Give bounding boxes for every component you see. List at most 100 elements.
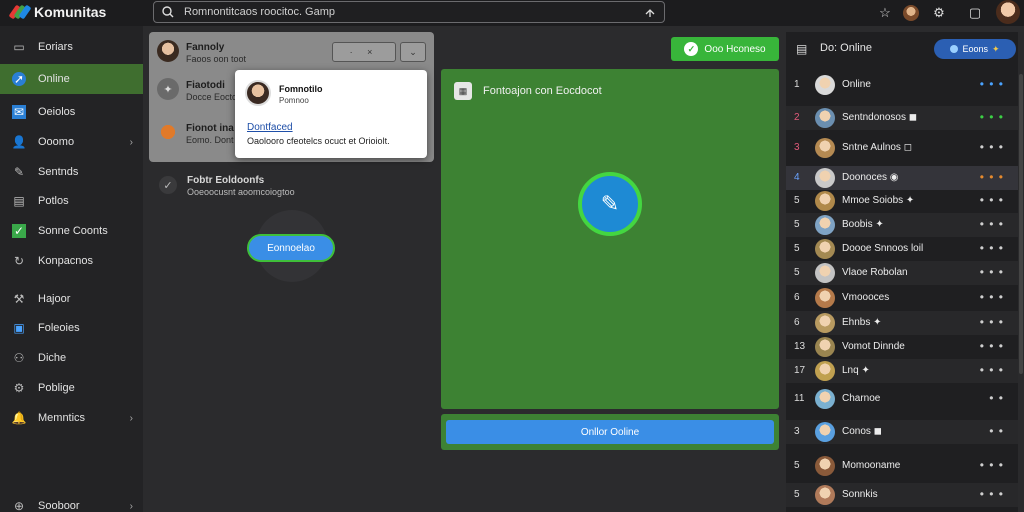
more-options-icon[interactable]: • • • xyxy=(980,241,1004,255)
user-row[interactable]: 17 Lnq ✦ • • • xyxy=(786,359,1018,383)
edit-button[interactable]: ✎ xyxy=(578,172,642,236)
user-row[interactable]: 3 Conos ◼ • • xyxy=(786,420,1018,444)
more-options-icon[interactable]: • • • xyxy=(980,487,1004,501)
user-row[interactable]: 4 Doonoces ◉ • • • xyxy=(786,166,1018,190)
sidebar-item-oeiolos[interactable]: ✉ Oeiolos xyxy=(0,97,143,127)
notification-subtitle: Faoos oon toot xyxy=(186,54,247,64)
check-item-title: Fobtr Eoldoonfs xyxy=(187,175,265,186)
chat-icon[interactable]: ▢ xyxy=(966,4,984,22)
user-rank: 5 xyxy=(794,460,800,471)
user-row[interactable]: 5 Boobis ✦ • • • xyxy=(786,213,1018,237)
search-input[interactable] xyxy=(184,6,634,18)
gear-icon: ⚙ xyxy=(13,381,25,395)
notification-subtitle: Eomo. Dont xyxy=(186,135,234,145)
user-row[interactable]: 11 Charnoe • • xyxy=(786,387,1018,411)
notification-subtitle: Docce Eoctc xyxy=(186,92,237,102)
scrollbar[interactable] xyxy=(1018,32,1024,512)
mail-icon: ✉ xyxy=(12,105,26,119)
sidebar-item-sentnds[interactable]: ✎ Sentnds xyxy=(0,157,143,187)
sidebar-item-online[interactable]: ➚ Online xyxy=(0,64,143,94)
sidebar-item-hajoor[interactable]: ⚒ Hajoor xyxy=(0,284,143,314)
avatar xyxy=(815,389,835,409)
search-bar[interactable] xyxy=(153,1,665,23)
user-row[interactable]: 6 Vmoooces • • • xyxy=(786,286,1018,310)
sidebar-item-label: Ooomo xyxy=(38,136,75,148)
avatar xyxy=(157,40,179,62)
more-options-icon[interactable]: • • • xyxy=(980,339,1004,353)
user-name: Doooe Snnoos loil xyxy=(842,243,924,254)
bottom-button[interactable]: Onllor Ooline xyxy=(446,420,774,444)
online-users-panel: ▤ Do: Online Eoons ✦ 1 Online • • • 2 Sentnd… xyxy=(786,32,1018,512)
more-options-icon[interactable]: • • • xyxy=(980,193,1004,207)
chevron-down-icon[interactable]: ⌄ xyxy=(400,42,426,62)
more-options-icon[interactable]: • • • xyxy=(980,458,1004,472)
pin-icon: ✦ xyxy=(157,78,179,100)
user-rank: 11 xyxy=(794,393,805,404)
sidebar-item-sooboor[interactable]: ⊕ Sooboor › xyxy=(0,491,143,512)
sidebar-item-memntics[interactable]: 🔔 Memntics › xyxy=(0,403,143,433)
pill-button[interactable]: Eonnoelao xyxy=(247,234,335,262)
scrollbar-thumb[interactable] xyxy=(1019,74,1023,374)
user-rank: 3 xyxy=(794,426,800,437)
check-icon[interactable]: ✓ xyxy=(159,176,177,194)
sidebar-item-label: Sooboor xyxy=(38,500,80,512)
sidebar-item-label: Sentnds xyxy=(38,166,79,178)
user-name: Sntne Aulnos ◻ xyxy=(842,142,913,153)
user-row[interactable]: 5 Mmoe Soiobs ✦ • • • xyxy=(786,189,1018,213)
user-row[interactable]: 5 Vlaoe Robolan • • • xyxy=(786,261,1018,285)
user-row[interactable]: 3 Sntne Aulnos ◻ • • • xyxy=(786,136,1018,160)
avatar xyxy=(815,337,835,357)
user-row[interactable]: 5 Sonnkis • • • xyxy=(786,483,1018,507)
user-row[interactable]: 1 Online • • • xyxy=(786,73,1018,97)
sidebar-item-foleoies[interactable]: ▣ Foleoies xyxy=(0,313,143,343)
user-row[interactable]: 6 Ehnbs ✦ • • • xyxy=(786,311,1018,335)
user-rank: 4 xyxy=(794,172,800,183)
avatar xyxy=(815,456,835,476)
star-icon[interactable]: ☆ xyxy=(876,4,894,22)
clear-icon[interactable] xyxy=(644,6,656,18)
sidebar-item-eoriars[interactable]: ▭ Eoriars xyxy=(0,32,143,62)
profile-avatar[interactable] xyxy=(996,0,1020,24)
user-row[interactable]: 2 Sentndonosos ◼ • • • xyxy=(786,106,1018,130)
more-options-icon[interactable]: • • xyxy=(989,424,1004,438)
sidebar-item-konpacnos[interactable]: ↻ Konpacnos xyxy=(0,246,143,276)
user-rank: 5 xyxy=(794,489,800,500)
app-logo[interactable]: Komunitas xyxy=(8,3,106,21)
more-options-icon[interactable]: • • • xyxy=(980,140,1004,154)
settings-icon[interactable]: ⚙ xyxy=(930,4,948,22)
sidebar-item-poblige[interactable]: ⚙ Poblige xyxy=(0,373,143,403)
sidebar-item-potlos[interactable]: ▤ Potlos xyxy=(0,186,143,216)
user-name: Charnoe xyxy=(842,393,881,404)
avatar xyxy=(815,138,835,158)
more-options-icon[interactable]: • • • xyxy=(980,290,1004,304)
sidebar: ▭ Eoriars ➚ Online ✉ Oeiolos 👤 Ooomo › ✎… xyxy=(0,26,143,512)
more-options-icon[interactable]: • • • xyxy=(980,363,1004,377)
check-item[interactable]: ✓ Fobtr Eoldoonfs Ooeoocusnt aoomcoiogto… xyxy=(155,172,435,200)
sidebar-item-diche[interactable]: ⚇ Diche xyxy=(0,343,143,373)
profile-popup[interactable]: Fomnotilo Pomnoo Dontfaced Oaolooro cfeo… xyxy=(235,70,427,158)
more-options-icon[interactable]: • • • xyxy=(980,170,1004,184)
more-options-icon[interactable]: • • xyxy=(989,391,1004,405)
user-row[interactable]: 13 Vomot Dinnde • • • xyxy=(786,335,1018,359)
user-name: Ehnbs ✦ xyxy=(842,317,882,328)
more-options-icon[interactable]: • • • xyxy=(980,77,1004,91)
user-avatar-icon[interactable] xyxy=(902,4,920,22)
user-row[interactable]: 5 Momooname • • • xyxy=(786,454,1018,478)
notification-action-button[interactable]: · × xyxy=(332,42,396,62)
popup-link[interactable]: Dontfaced xyxy=(247,122,293,133)
more-options-icon[interactable]: • • • xyxy=(980,315,1004,329)
user-rank: 1 xyxy=(794,79,800,90)
sidebar-item-sonne-coonts[interactable]: ✓ Sonne Coonts xyxy=(0,216,143,246)
chevron-right-icon: › xyxy=(129,412,133,424)
display-icon: ▭ xyxy=(13,40,25,54)
more-options-icon[interactable]: • • • xyxy=(980,217,1004,231)
more-options-icon[interactable]: • • • xyxy=(980,265,1004,279)
user-row[interactable]: 5 Doooe Snnoos loil • • • xyxy=(786,237,1018,261)
avatar xyxy=(815,215,835,235)
avatar xyxy=(815,168,835,188)
panel-badge-button[interactable]: Eoons ✦ xyxy=(934,39,1016,59)
user-name: Lnq ✦ xyxy=(842,365,870,376)
more-options-icon[interactable]: • • • xyxy=(980,110,1004,124)
sidebar-item-ooomo[interactable]: 👤 Ooomo › xyxy=(0,127,143,157)
green-action-button[interactable]: ✓ Ooo Hconeso xyxy=(671,37,779,61)
